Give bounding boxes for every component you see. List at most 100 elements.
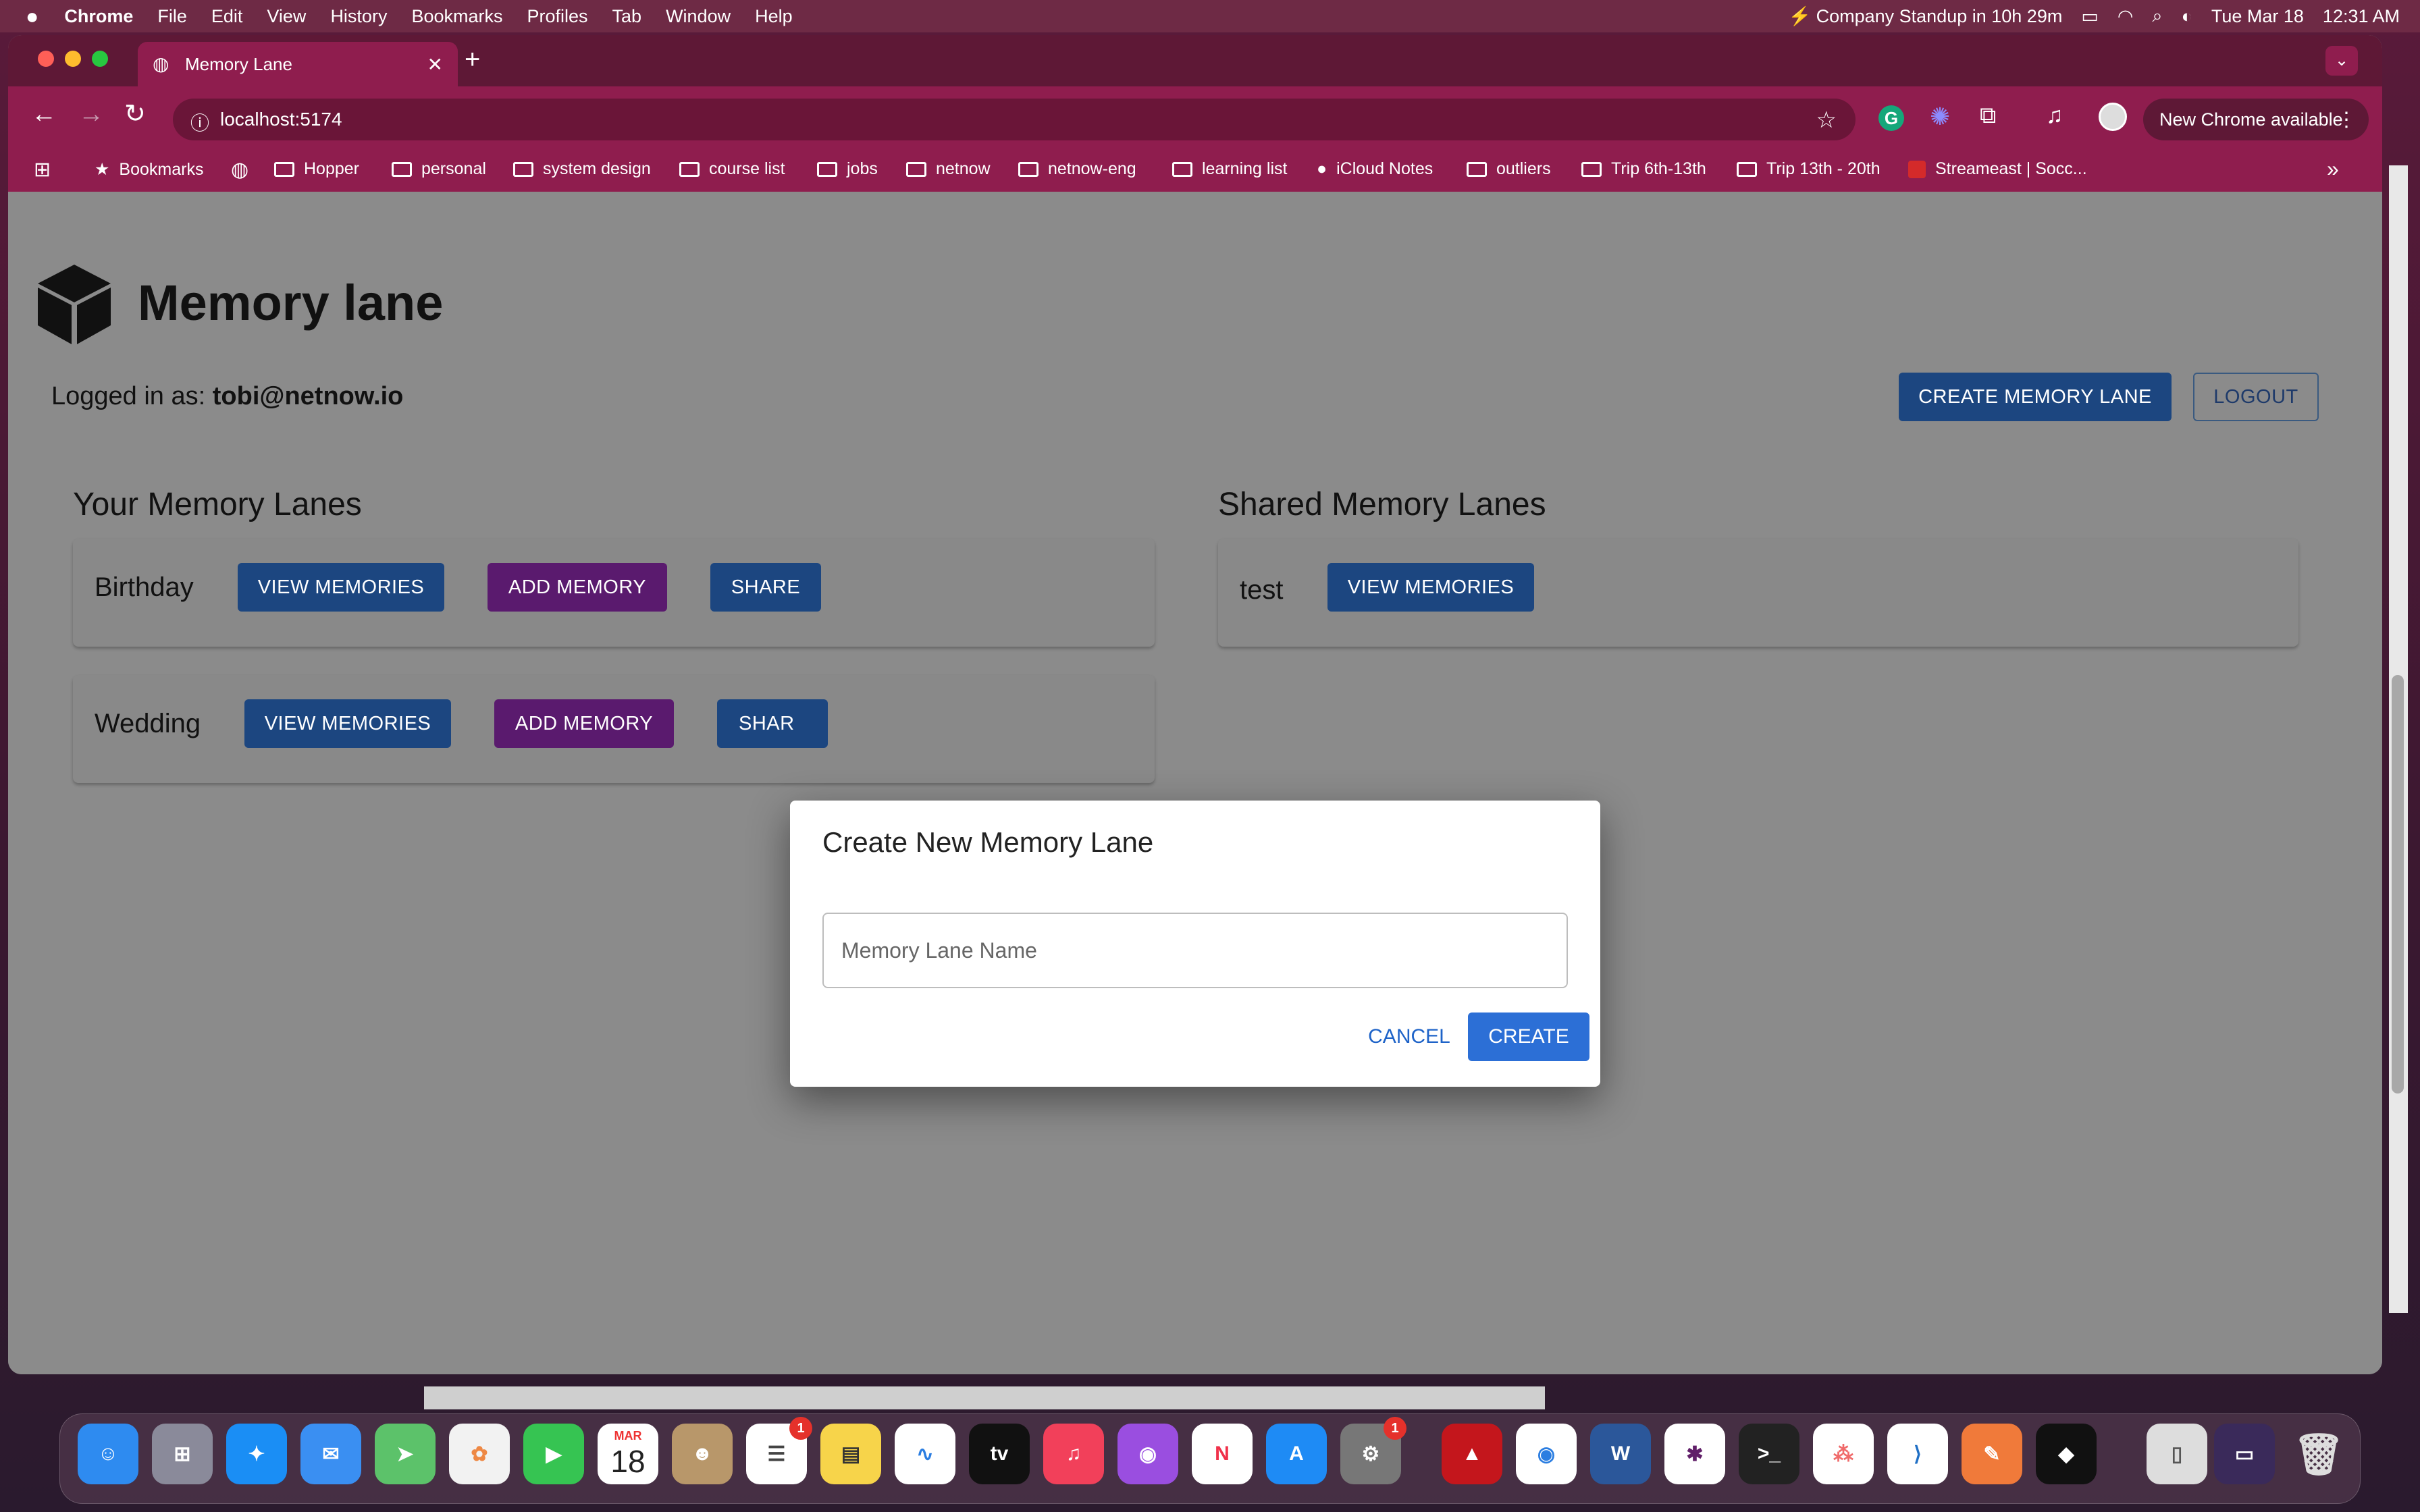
bookmark-star-icon[interactable]: ☆ bbox=[1816, 107, 1837, 134]
apps-grid-icon[interactable]: ⊞ bbox=[34, 158, 51, 182]
update-label: New Chrome available bbox=[2159, 109, 2343, 130]
cancel-button[interactable]: CANCEL bbox=[1356, 1013, 1463, 1061]
terminal-icon[interactable]: >_ bbox=[1739, 1424, 1799, 1484]
app-store-icon[interactable]: A bbox=[1266, 1424, 1327, 1484]
scrollbar-thumb[interactable] bbox=[2392, 675, 2404, 1094]
site-info-icon[interactable]: ⓘ bbox=[190, 109, 209, 136]
menu-tab[interactable]: Tab bbox=[612, 6, 642, 27]
menu-edit[interactable]: Edit bbox=[211, 6, 243, 27]
podcasts-icon[interactable]: ◉ bbox=[1117, 1424, 1178, 1484]
finder-icon[interactable]: ☺ bbox=[78, 1424, 138, 1484]
menu-profiles[interactable]: Profiles bbox=[527, 6, 588, 27]
battery-icon[interactable]: ▭ bbox=[2081, 6, 2099, 27]
bookmark-item[interactable]: netnow-eng bbox=[1018, 159, 1136, 179]
maps-icon[interactable]: ➤ bbox=[375, 1424, 436, 1484]
close-window-button[interactable] bbox=[38, 51, 54, 67]
vscode-icon[interactable]: ⟩ bbox=[1887, 1424, 1948, 1484]
apple-icon[interactable]: ● bbox=[26, 4, 38, 29]
bookmark-item[interactable]: personal bbox=[392, 159, 486, 179]
bookmark-item[interactable]: outliers bbox=[1467, 159, 1551, 179]
menu-app-name[interactable]: Chrome bbox=[64, 6, 133, 27]
system-settings-icon[interactable]: ⚙ 1 bbox=[1340, 1417, 1406, 1484]
tab-search-button[interactable]: ⌄ bbox=[2325, 46, 2358, 76]
bookmark-item[interactable]: netnow bbox=[906, 159, 991, 179]
menu-window[interactable]: Window bbox=[666, 6, 731, 27]
menubar-date[interactable]: Tue Mar 18 bbox=[2211, 6, 2304, 27]
chrome-icon[interactable]: ◉ bbox=[1516, 1424, 1577, 1484]
reload-icon[interactable]: ↻ bbox=[124, 99, 146, 129]
news-icon[interactable]: N bbox=[1192, 1424, 1253, 1484]
view-memories-button[interactable]: VIEW MEMORIES bbox=[244, 699, 451, 748]
word-icon[interactable]: W bbox=[1590, 1424, 1651, 1484]
bookmark-item[interactable]: system design bbox=[513, 159, 651, 179]
search-icon[interactable]: ⌕ bbox=[2152, 5, 2162, 27]
freeform-icon[interactable]: ∿ bbox=[895, 1424, 955, 1484]
grammarly-icon[interactable]: G bbox=[1878, 105, 1904, 131]
create-button[interactable]: CREATE bbox=[1468, 1013, 1589, 1061]
bookmark-item[interactable]: jobs bbox=[817, 159, 878, 179]
minimize-window-button[interactable] bbox=[65, 51, 81, 67]
control-center-icon[interactable]: ◐ bbox=[2182, 6, 2192, 27]
asana-icon[interactable]: ⁂ bbox=[1813, 1424, 1874, 1484]
photos-icon[interactable]: ✿ bbox=[449, 1424, 510, 1484]
mail-icon[interactable]: ✉ bbox=[300, 1424, 361, 1484]
slack-icon[interactable]: ✱ bbox=[1664, 1424, 1725, 1484]
bookmark-label: Bookmarks bbox=[119, 159, 204, 179]
more-bookmarks-icon[interactable]: » bbox=[2327, 157, 2339, 182]
bookmark-item[interactable]: learning list bbox=[1172, 159, 1287, 179]
menu-bookmarks[interactable]: Bookmarks bbox=[411, 6, 502, 27]
bookmark-item[interactable]: Trip 13th - 20th bbox=[1737, 159, 1880, 179]
tab-memory-lane[interactable]: ◍ Memory Lane ✕ bbox=[138, 42, 458, 86]
menu-file[interactable]: File bbox=[157, 6, 187, 27]
media-icon[interactable]: ♫ bbox=[2046, 103, 2063, 129]
bookmark-item[interactable]: course list bbox=[679, 159, 785, 179]
horizontal-scrollbar[interactable] bbox=[424, 1386, 1545, 1409]
launchpad-icon[interactable]: ⊞ bbox=[152, 1424, 213, 1484]
zoom-window-button[interactable] bbox=[92, 51, 108, 67]
share-button[interactable]: SHARE bbox=[710, 563, 821, 612]
create-memory-lane-button[interactable]: CREATE MEMORY LANE bbox=[1899, 373, 2172, 421]
bookmark-item[interactable]: ● iCloud Notes bbox=[1317, 159, 1433, 179]
bookmark-item[interactable]: Trip 6th-13th bbox=[1581, 159, 1706, 179]
bookmark-item[interactable]: ★ Bookmarks bbox=[95, 159, 203, 180]
reminders-icon[interactable]: ☰ 1 bbox=[746, 1417, 812, 1484]
tab-close-icon[interactable]: ✕ bbox=[427, 53, 443, 76]
view-memories-button[interactable]: VIEW MEMORIES bbox=[238, 563, 444, 612]
new-tab-button[interactable]: + bbox=[465, 45, 480, 75]
cube-app-icon[interactable]: ◆ bbox=[2036, 1424, 2097, 1484]
meeting-status[interactable]: ⚡ Company Standup in 10h 29m bbox=[1788, 5, 2062, 27]
menubar-time[interactable]: 12:31 AM bbox=[2323, 6, 2400, 27]
extensions-puzzle-icon[interactable]: ⧉ bbox=[1980, 103, 1996, 129]
safari-icon[interactable]: ✦ bbox=[226, 1424, 287, 1484]
bookmark-item[interactable]: Hopper bbox=[274, 159, 359, 179]
logout-button[interactable]: LOGOUT bbox=[2193, 373, 2319, 421]
calendar-icon[interactable]: MAR 18 bbox=[598, 1424, 658, 1484]
acrobat-icon[interactable]: ▲ bbox=[1442, 1424, 1502, 1484]
address-bar[interactable]: ⓘ localhost:5174 ☆ bbox=[173, 99, 1856, 140]
menu-view[interactable]: View bbox=[267, 6, 306, 27]
apple-tv-icon[interactable]: tv bbox=[969, 1424, 1030, 1484]
update-chrome-button[interactable]: New Chrome available ⋮ bbox=[2143, 99, 2369, 140]
forward-icon[interactable]: → bbox=[78, 100, 104, 129]
facetime-icon[interactable]: ▶ bbox=[523, 1424, 584, 1484]
trash-icon[interactable]: 🗑 bbox=[2288, 1424, 2349, 1484]
screenshot-thumbnail-icon[interactable]: ▭ bbox=[2214, 1424, 2275, 1484]
postman-icon[interactable]: ✎ bbox=[1962, 1424, 2022, 1484]
menu-history[interactable]: History bbox=[330, 6, 387, 27]
back-icon[interactable]: ← bbox=[31, 100, 57, 129]
profile-avatar[interactable] bbox=[2099, 103, 2127, 131]
view-memories-button[interactable]: VIEW MEMORIES bbox=[1327, 563, 1534, 612]
music-icon[interactable]: ♫ bbox=[1043, 1424, 1104, 1484]
contacts-icon[interactable]: ☻ bbox=[672, 1424, 733, 1484]
share-button[interactable]: SHAR bbox=[717, 699, 828, 748]
add-memory-button[interactable]: ADD MEMORY bbox=[488, 563, 667, 612]
globe-bookmark-icon[interactable]: ◍ bbox=[231, 158, 248, 182]
memory-lane-name-input[interactable] bbox=[822, 913, 1568, 988]
notes-icon[interactable]: ▤ bbox=[820, 1424, 881, 1484]
extension-icon[interactable]: ✺ bbox=[1930, 103, 1950, 131]
document-thumbnail-icon[interactable]: ▯ bbox=[2147, 1424, 2207, 1484]
add-memory-button[interactable]: ADD MEMORY bbox=[494, 699, 674, 748]
menu-help[interactable]: Help bbox=[755, 6, 793, 27]
wifi-icon[interactable]: ◠ bbox=[2118, 6, 2134, 27]
bookmark-item[interactable]: Streameast | Socc... bbox=[1908, 159, 2087, 179]
